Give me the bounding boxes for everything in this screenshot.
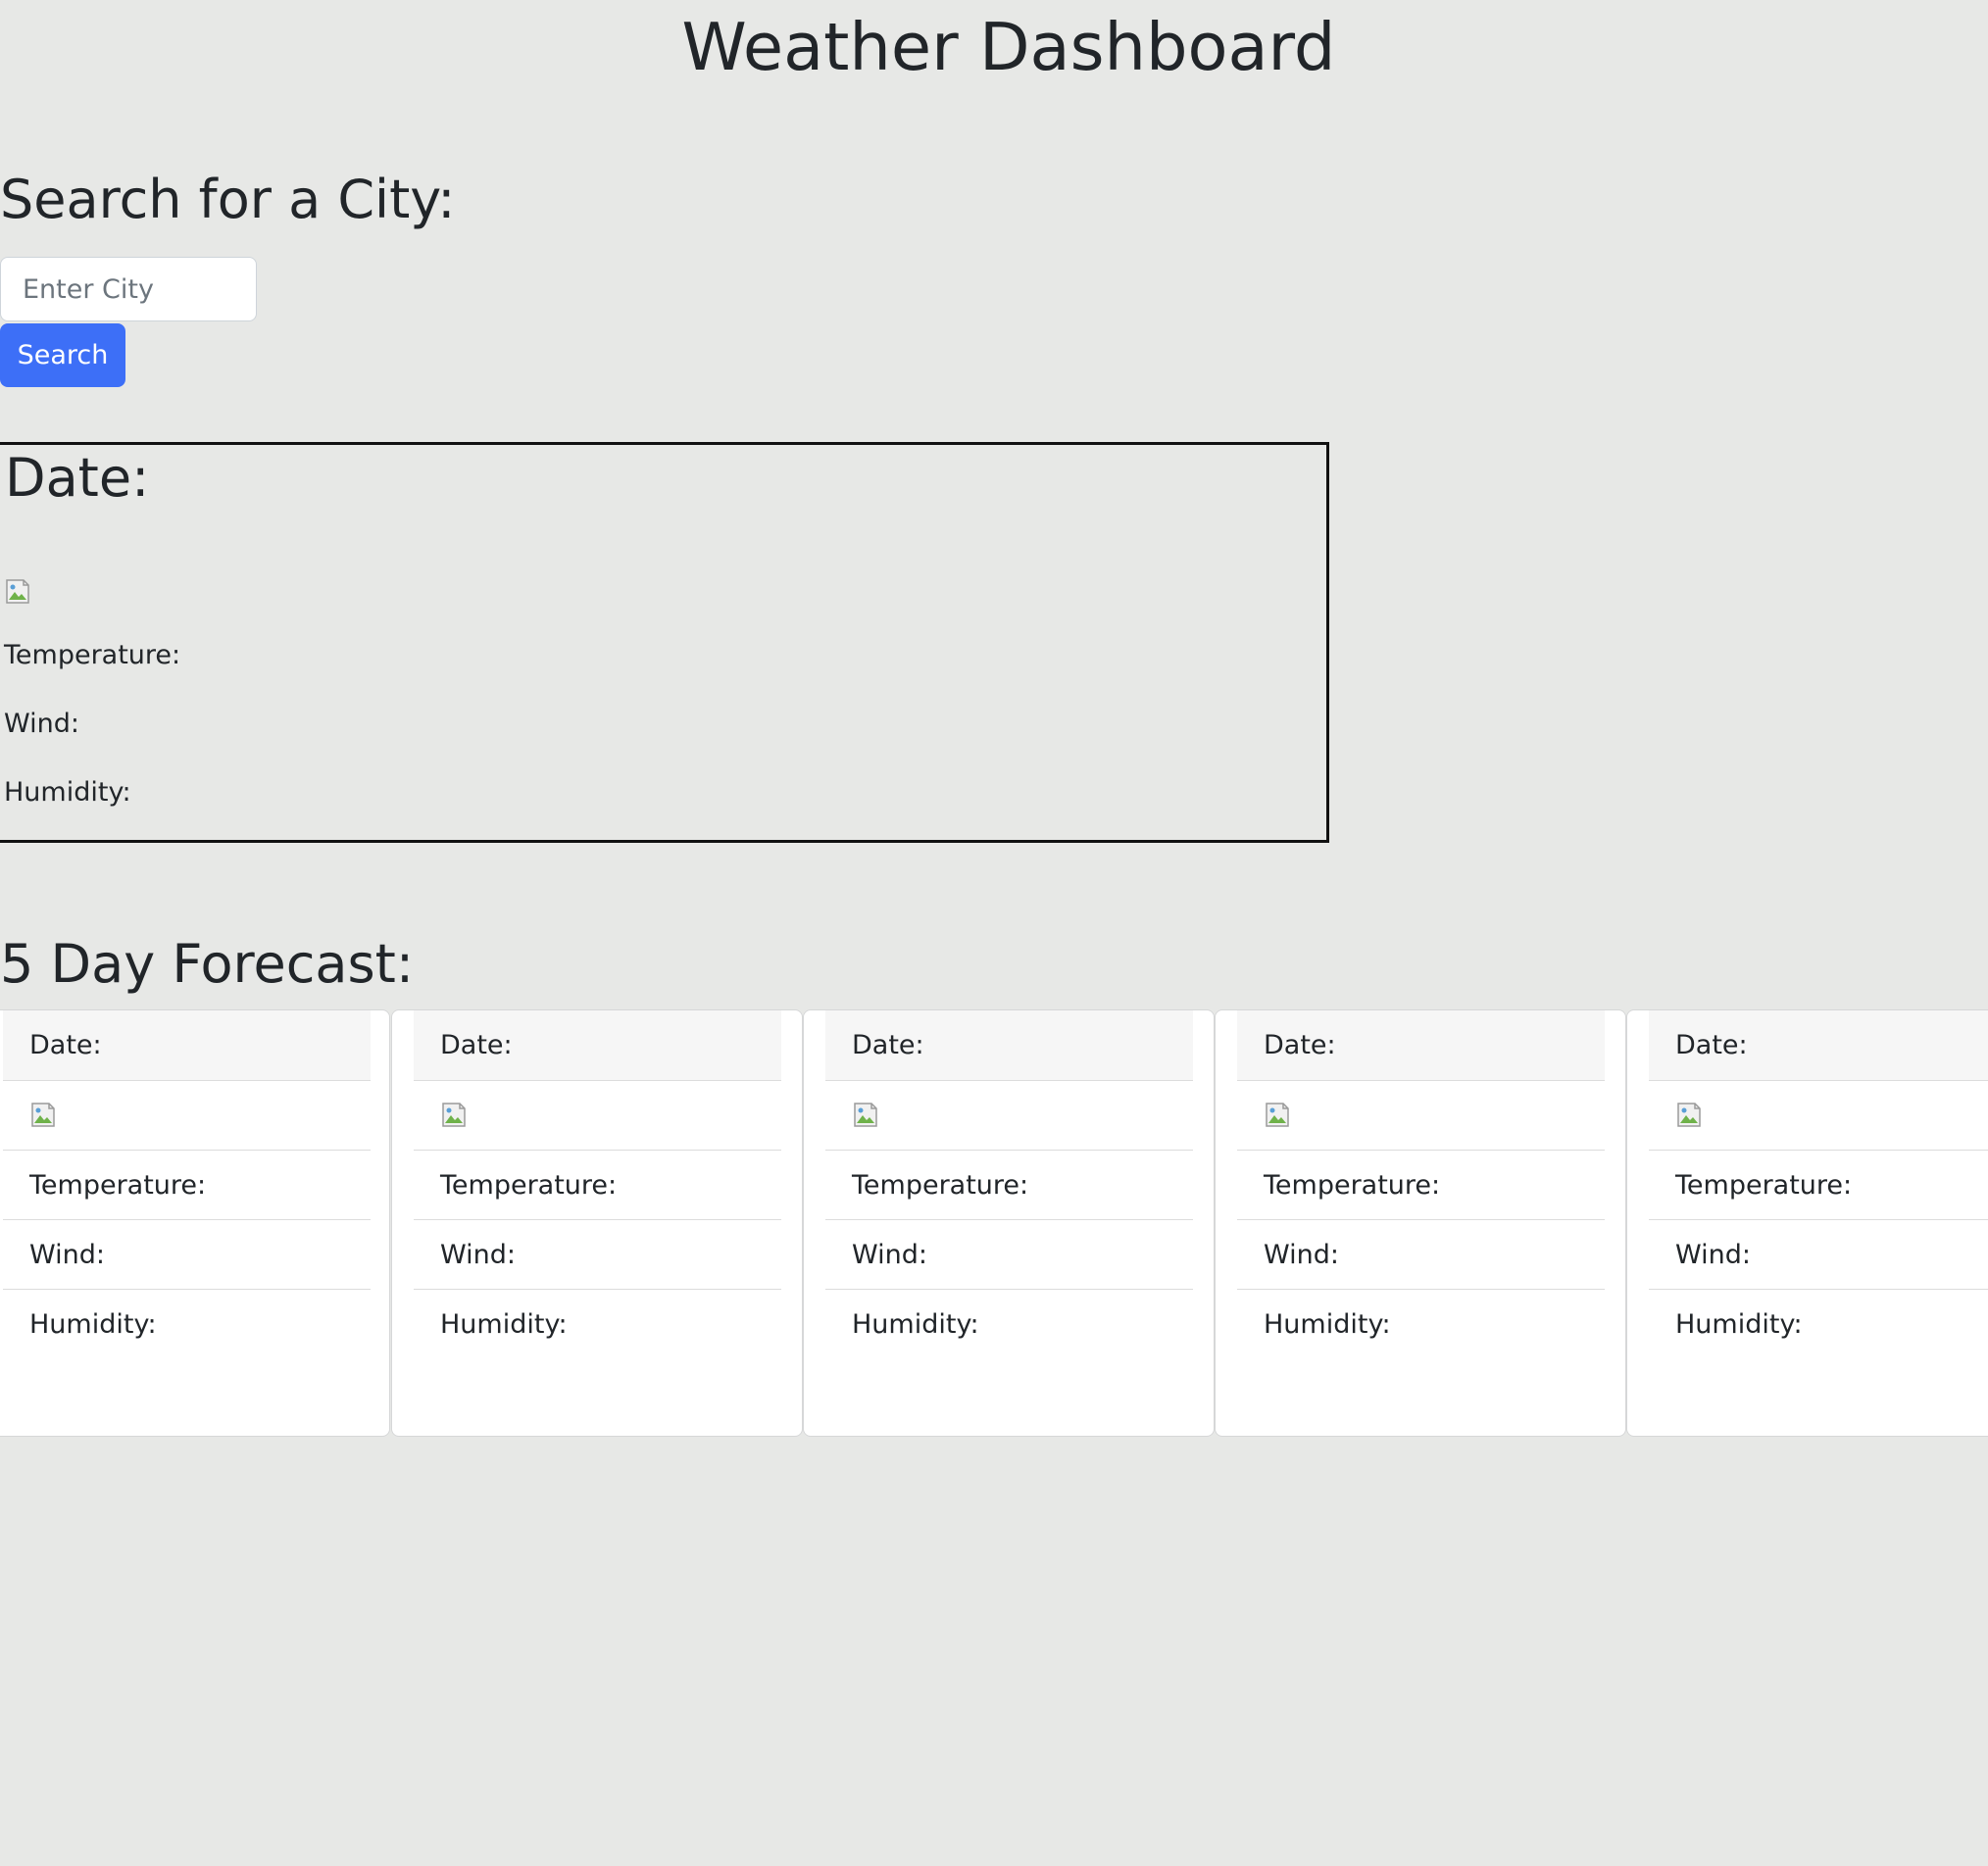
- forecast-card-1: Date: Temperature: Wind: Humidity:: [0, 1009, 390, 1437]
- forecast-date-label: Date:: [825, 1010, 1193, 1081]
- forecast-wind-label: Wind:: [1649, 1220, 1988, 1290]
- forecast-date-label: Date:: [1237, 1010, 1605, 1081]
- current-temperature-label: Temperature:: [4, 640, 181, 670]
- current-wind-label: Wind:: [4, 709, 79, 739]
- forecast-date-label: Date:: [1649, 1010, 1988, 1081]
- forecast-card-5: Date: Temperature: Wind: Humidity:: [1626, 1009, 1988, 1437]
- forecast-humidity-label: Humidity:: [29, 1309, 157, 1340]
- search-button[interactable]: Search: [0, 323, 125, 387]
- forecast-wind-label: Wind:: [1237, 1220, 1605, 1290]
- forecast-temperature-label: Temperature:: [3, 1151, 371, 1220]
- forecast-card-3: Date: Temperature: Wind: Humidity:: [803, 1009, 1215, 1437]
- broken-image-icon: [1266, 1103, 1289, 1127]
- forecast-date-label: Date:: [3, 1010, 371, 1081]
- page-title: Weather Dashboard: [681, 9, 1336, 85]
- forecast-card-4: Date: Temperature: Wind: Humidity:: [1215, 1009, 1626, 1437]
- broken-image-icon: [442, 1103, 466, 1127]
- broken-image-icon: [854, 1103, 877, 1127]
- forecast-humidity-label: Humidity:: [852, 1309, 979, 1340]
- forecast-wind-label: Wind:: [3, 1220, 371, 1290]
- forecast-date-label: Date:: [414, 1010, 781, 1081]
- forecast-temperature-label: Temperature:: [1237, 1151, 1605, 1220]
- search-heading: Search for a City:: [0, 169, 456, 230]
- broken-image-icon: [1677, 1103, 1701, 1127]
- broken-image-icon: [6, 579, 29, 604]
- forecast-wind-label: Wind:: [414, 1220, 781, 1290]
- forecast-humidity-label: Humidity:: [1264, 1309, 1391, 1340]
- forecast-temperature-label: Temperature:: [414, 1151, 781, 1220]
- forecast-wind-label: Wind:: [825, 1220, 1193, 1290]
- forecast-heading: 5 Day Forecast:: [0, 933, 415, 995]
- current-weather-panel: [0, 442, 1329, 843]
- forecast-temperature-label: Temperature:: [1649, 1151, 1988, 1220]
- forecast-humidity-label: Humidity:: [440, 1309, 568, 1340]
- forecast-card-2: Date: Temperature: Wind: Humidity:: [391, 1009, 803, 1437]
- broken-image-icon: [31, 1103, 55, 1127]
- forecast-temperature-label: Temperature:: [825, 1151, 1193, 1220]
- city-search-input[interactable]: [0, 257, 257, 321]
- current-date-label: Date:: [5, 447, 150, 509]
- current-humidity-label: Humidity:: [4, 777, 131, 808]
- forecast-humidity-label: Humidity:: [1675, 1309, 1803, 1340]
